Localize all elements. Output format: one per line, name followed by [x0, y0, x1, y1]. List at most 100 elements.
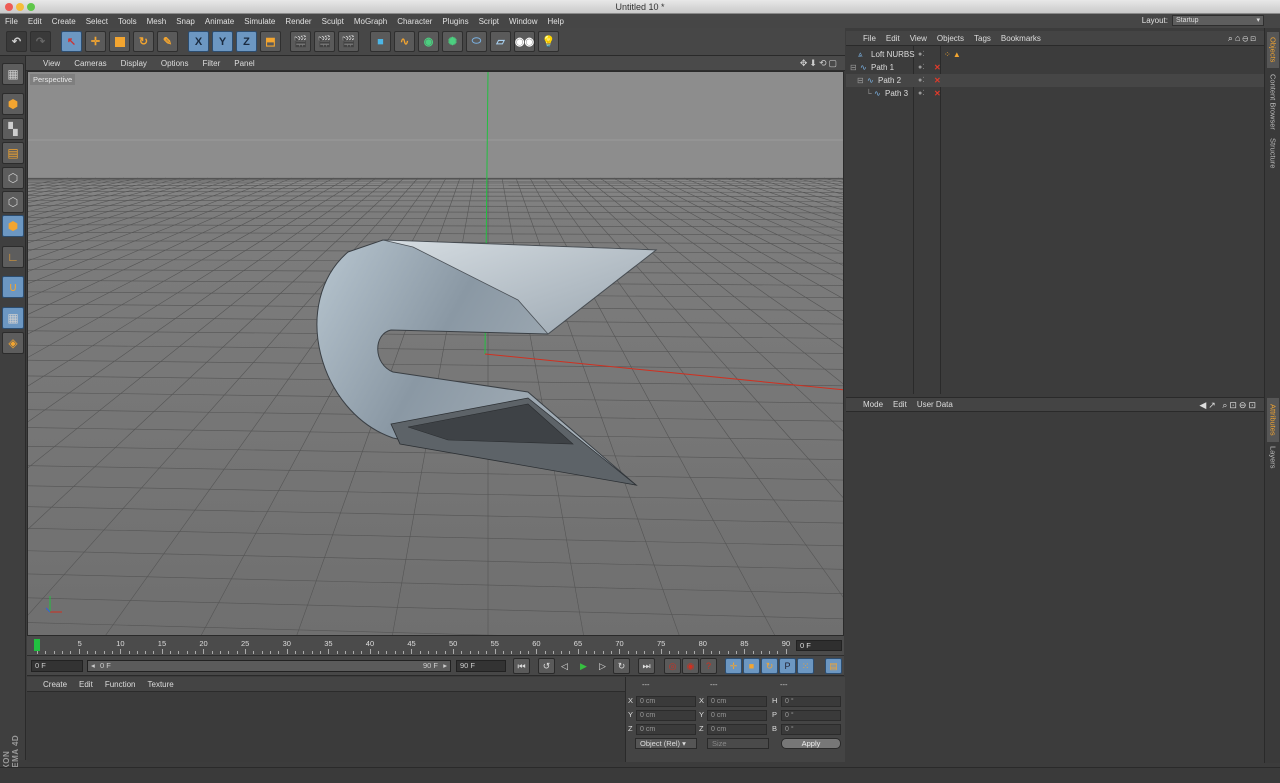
material-menu-function[interactable]: Function: [99, 680, 142, 689]
cube-primitive-button[interactable]: ■: [370, 31, 391, 52]
z-axis-lock-button[interactable]: Z: [236, 31, 257, 52]
timeline-window-button[interactable]: ▤: [825, 658, 842, 674]
attribute-navigation-icons[interactable]: ◀↗ ⌕⊡⊖⊡: [1199, 400, 1258, 411]
subdivision-surface-button[interactable]: ◉: [418, 31, 439, 52]
record-point-level-button[interactable]: ⁙: [797, 658, 814, 674]
viewport-navigation-icons[interactable]: ✥⬇⟲▢: [800, 58, 839, 69]
viewport-menu-filter[interactable]: Filter: [195, 59, 227, 68]
attributes-menu-edit[interactable]: Edit: [888, 400, 912, 409]
loft-nurbs-object[interactable]: [316, 239, 658, 486]
objects-menu-file[interactable]: File: [858, 34, 881, 43]
render-settings-button[interactable]: 🎬: [338, 31, 359, 52]
menu-edit[interactable]: Edit: [23, 17, 47, 26]
snap-button[interactable]: ∪: [2, 276, 24, 298]
viewport-menu-cameras[interactable]: Cameras: [67, 59, 113, 68]
points-mode-button[interactable]: ⬡: [2, 167, 24, 189]
axis-mode-button[interactable]: ∟: [2, 246, 24, 268]
disabled-x-icon[interactable]: ✕: [934, 87, 941, 100]
menu-help[interactable]: Help: [542, 17, 568, 26]
playhead[interactable]: [34, 639, 40, 651]
viewport-menu-panel[interactable]: Panel: [227, 59, 261, 68]
record-active-objects-button[interactable]: ◎: [664, 658, 681, 674]
attributes-menu-mode[interactable]: Mode: [858, 400, 888, 409]
menu-window[interactable]: Window: [504, 17, 542, 26]
material-menu-texture[interactable]: Texture: [142, 680, 180, 689]
pos-y-field[interactable]: 0 cm: [636, 710, 696, 721]
menu-snap[interactable]: Snap: [171, 17, 200, 26]
minimize-window-button[interactable]: [16, 3, 24, 11]
rot-p-field[interactable]: 0 °: [781, 710, 841, 721]
menu-mograph[interactable]: MoGraph: [349, 17, 392, 26]
y-axis-lock-button[interactable]: Y: [212, 31, 233, 52]
current-frame-input[interactable]: 0 F: [31, 660, 83, 672]
spline-pen-button[interactable]: ∿: [394, 31, 415, 52]
object-manager-tool-icons[interactable]: ⌕⌂⊖⊡: [1228, 33, 1258, 44]
menu-create[interactable]: Create: [47, 17, 81, 26]
size-x-field[interactable]: 0 cm: [707, 696, 767, 707]
apply-button[interactable]: Apply: [781, 738, 841, 749]
objects-menu-edit[interactable]: Edit: [881, 34, 905, 43]
floor-button[interactable]: ▱: [490, 31, 511, 52]
play-button[interactable]: ▶: [575, 658, 592, 674]
render-picture-viewer-button[interactable]: 🎬: [314, 31, 335, 52]
light-button[interactable]: 💡: [538, 31, 559, 52]
preview-range-slider[interactable]: ◂ 0 F 90 F ▸: [87, 660, 451, 672]
menu-script[interactable]: Script: [474, 17, 504, 26]
menu-character[interactable]: Character: [392, 17, 437, 26]
keyframe-selection-button[interactable]: ?: [700, 658, 717, 674]
record-rotation-button[interactable]: ↻: [761, 658, 778, 674]
previous-frame-button[interactable]: ◁: [556, 658, 573, 674]
array-button[interactable]: ✺: [442, 31, 463, 52]
go-to-end-button[interactable]: ⏭: [638, 658, 655, 674]
previous-key-button[interactable]: ↺: [538, 658, 555, 674]
size-mode-dropdown[interactable]: Size: [707, 738, 769, 749]
object-row-loft-nurbs[interactable]: ⩓ Loft NURBS ●⁚ ⁘ ▲: [846, 48, 1264, 61]
pos-z-field[interactable]: 0 cm: [636, 724, 696, 735]
menu-plugins[interactable]: Plugins: [437, 17, 473, 26]
undo-button[interactable]: ↶: [6, 31, 27, 52]
coordinate-mode-dropdown[interactable]: Object (Rel) ▾: [635, 738, 697, 749]
material-menu-edit[interactable]: Edit: [73, 680, 99, 689]
tab-objects[interactable]: Objects: [1267, 32, 1279, 68]
zoom-window-button[interactable]: [27, 3, 35, 11]
visibility-dots[interactable]: ●⁚: [918, 87, 924, 100]
menu-select[interactable]: Select: [81, 17, 113, 26]
move-tool-button[interactable]: ✛: [85, 31, 106, 52]
x-axis-lock-button[interactable]: X: [188, 31, 209, 52]
tab-layers[interactable]: Layers: [1267, 444, 1279, 470]
tab-attributes[interactable]: Attributes: [1267, 398, 1279, 442]
render-view-button[interactable]: 🎬: [290, 31, 311, 52]
objects-menu-bookmarks[interactable]: Bookmarks: [996, 34, 1046, 43]
current-frame-field[interactable]: 0 F: [796, 640, 842, 651]
close-window-button[interactable]: [5, 3, 13, 11]
live-selection-button[interactable]: ↖: [61, 31, 82, 52]
objects-menu-objects[interactable]: Objects: [932, 34, 969, 43]
size-z-field[interactable]: 0 cm: [707, 724, 767, 735]
rot-b-field[interactable]: 0 °: [781, 724, 841, 735]
menu-tools[interactable]: Tools: [113, 17, 142, 26]
disabled-x-icon[interactable]: ✕: [934, 61, 941, 74]
object-row-path-3[interactable]: └ ∿ Path 3 ●⁚ ✕: [846, 87, 1264, 100]
record-position-button[interactable]: ✛: [725, 658, 742, 674]
make-editable-button[interactable]: ▦: [2, 63, 24, 85]
menu-sculpt[interactable]: Sculpt: [317, 17, 349, 26]
viewport-menu-display[interactable]: Display: [114, 59, 154, 68]
max-frame-input[interactable]: 90 F: [456, 660, 506, 672]
size-y-field[interactable]: 0 cm: [707, 710, 767, 721]
autokeying-button[interactable]: ◉: [682, 658, 699, 674]
layout-dropdown[interactable]: Startup ▾: [1172, 15, 1264, 26]
viewport-menu-options[interactable]: Options: [154, 59, 196, 68]
coordinate-system-button[interactable]: ⬒: [260, 31, 281, 52]
workplane-mode-button[interactable]: ▤: [2, 142, 24, 164]
redo-button[interactable]: ↷: [30, 31, 51, 52]
scale-tool-button[interactable]: [109, 31, 130, 52]
disabled-x-icon[interactable]: ✕: [934, 74, 941, 87]
visibility-dots[interactable]: ●⁚: [918, 61, 924, 74]
material-list-area[interactable]: [27, 692, 625, 762]
edges-mode-button[interactable]: ⬡: [2, 191, 24, 213]
rot-h-field[interactable]: 0 °: [781, 696, 841, 707]
record-scale-button[interactable]: ■: [743, 658, 760, 674]
visibility-dots[interactable]: ●⁚: [918, 74, 924, 87]
go-to-start-button[interactable]: ⏮: [513, 658, 530, 674]
next-frame-button[interactable]: ▷: [594, 658, 611, 674]
